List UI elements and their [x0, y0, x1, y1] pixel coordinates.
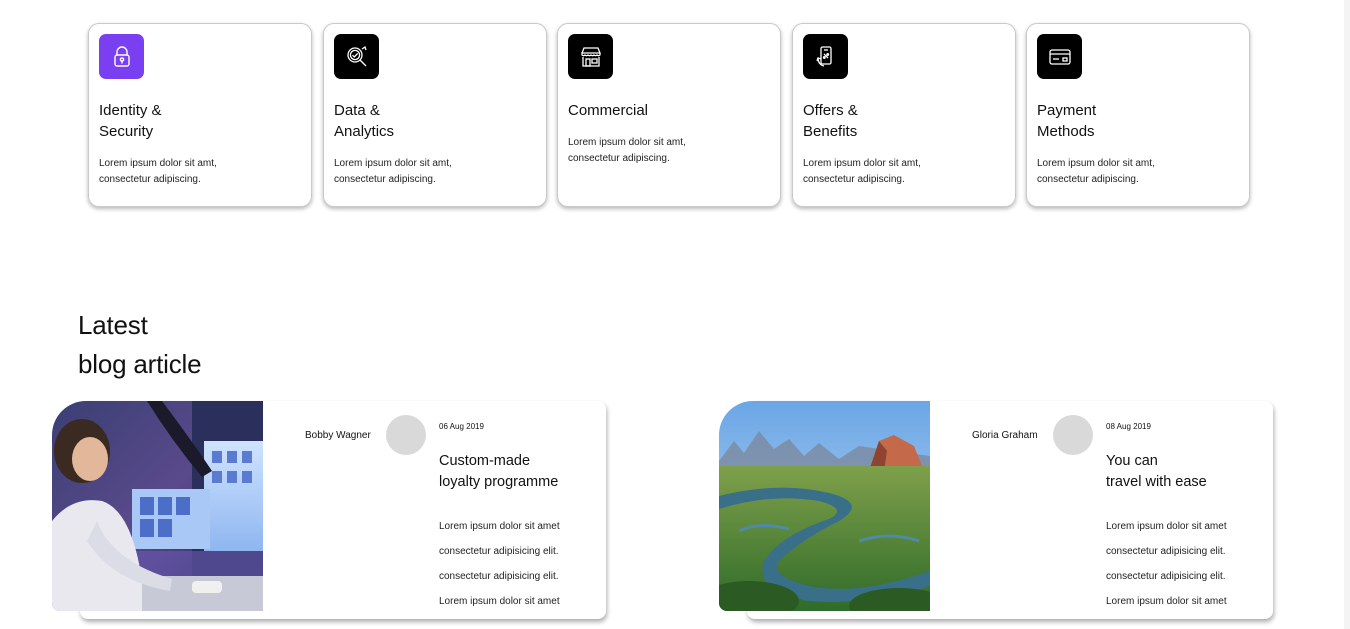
- avatar: [1053, 415, 1093, 455]
- blog-excerpt: Lorem ipsum dolor sit amet consectetur a…: [439, 514, 599, 614]
- feature-description: Lorem ipsum dolor sit amt, consectetur a…: [99, 158, 217, 185]
- blog-section-title: Latest blog article: [78, 310, 202, 379]
- feature-title: Payment Methods: [1037, 102, 1097, 140]
- feature-description: Lorem ipsum dolor sit amt, consectetur a…: [1037, 158, 1155, 185]
- blog-date: 08 Aug 2019: [1106, 422, 1151, 431]
- feature-title: Data & Analytics: [334, 102, 395, 140]
- excerpt-line: Lorem ipsum dolor sit amet: [439, 521, 560, 532]
- blog-title[interactable]: Custom-made loyalty programme: [439, 451, 599, 493]
- feature-card-data-analytics[interactable]: Data & Analytics Lorem ipsum dolor sit a…: [323, 23, 547, 207]
- avatar: [386, 415, 426, 455]
- blog-image[interactable]: [52, 401, 263, 611]
- author-name: Gloria Graham: [972, 430, 1038, 441]
- page-scrollbar[interactable]: [1344, 0, 1350, 629]
- credit-card-icon: [1037, 34, 1082, 79]
- excerpt-line: consectetur adipisicing elit.: [1106, 546, 1226, 557]
- excerpt-line: consectetur adipisicing elit.: [439, 571, 559, 582]
- feature-card-offers-benefits[interactable]: Offers & Benefits Lorem ipsum dolor sit …: [792, 23, 1016, 207]
- blog-card[interactable]: Bobby Wagner 06 Aug 2019 Custom-made loy…: [52, 401, 606, 619]
- excerpt-line: consectetur adipisicing elit.: [439, 546, 559, 557]
- feature-description: Lorem ipsum dolor sit amt, consectetur a…: [568, 137, 686, 164]
- feature-title: Identity & Security: [99, 102, 162, 140]
- feature-title: Offers & Benefits: [803, 102, 858, 140]
- feature-title: Commercial: [568, 102, 649, 119]
- storefront-icon: [568, 34, 613, 79]
- feature-card-identity-security[interactable]: Identity & Security Lorem ipsum dolor si…: [88, 23, 312, 207]
- excerpt-line: Lorem ipsum dolor sit amet: [1106, 521, 1227, 532]
- blog-title[interactable]: You can travel with ease: [1106, 451, 1266, 493]
- blog-excerpt: Lorem ipsum dolor sit amet consectetur a…: [1106, 514, 1266, 614]
- blog-image[interactable]: [719, 401, 930, 611]
- feature-description: Lorem ipsum dolor sit amt, consectetur a…: [334, 158, 452, 185]
- excerpt-line: Lorem ipsum dolor sit amet: [439, 596, 560, 607]
- feature-description: Lorem ipsum dolor sit amt, consectetur a…: [803, 158, 921, 185]
- excerpt-line: consectetur adipisicing elit.: [1106, 571, 1226, 582]
- lock-icon: [99, 34, 144, 79]
- feature-card-payment-methods[interactable]: Payment Methods Lorem ipsum dolor sit am…: [1026, 23, 1250, 207]
- blog-date: 06 Aug 2019: [439, 422, 484, 431]
- excerpt-line: Lorem ipsum dolor sit amet: [1106, 596, 1227, 607]
- mobile-offer-icon: [803, 34, 848, 79]
- blog-card[interactable]: Gloria Graham 08 Aug 2019 You can travel…: [719, 401, 1273, 619]
- author-name: Bobby Wagner: [305, 430, 371, 441]
- feature-card-commercial[interactable]: Commercial Lorem ipsum dolor sit amt, co…: [557, 23, 781, 207]
- analytics-magnifier-icon: [334, 34, 379, 79]
